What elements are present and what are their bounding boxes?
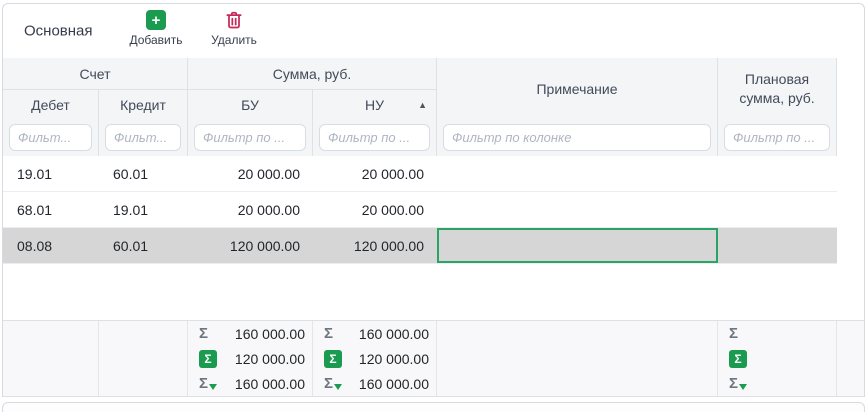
tab-main[interactable]: Основная [24, 23, 93, 40]
column-header-nu-label: НУ [365, 97, 384, 113]
cell-planned[interactable] [718, 228, 837, 264]
footer-gutter [837, 321, 864, 396]
footer-cell-note [437, 321, 718, 396]
filter-input-bu[interactable] [194, 124, 306, 151]
filter-cell-bu [188, 120, 313, 156]
table-body: 19.01 60.01 20 000.00 20 000.00 68.01 19… [3, 156, 864, 264]
filter-cell-nu [313, 120, 437, 156]
entries-panel: Основная + Добавить Удалить Счет Сумма, … [2, 3, 865, 397]
sigma-selected-icon: Σ [324, 350, 342, 368]
sigma-filtered-icon: Σ [199, 376, 217, 391]
table-row-selected[interactable]: 08.08 60.01 120 000.00 120 000.00 [3, 228, 864, 264]
sigma-filtered-icon: Σ [324, 376, 342, 391]
sigma-filtered-icon: Σ [729, 376, 747, 391]
plus-icon: + [146, 10, 166, 30]
filter-cell-credit [99, 120, 188, 156]
table-row[interactable]: 19.01 60.01 20 000.00 20 000.00 [3, 156, 864, 192]
cell-credit[interactable]: 60.01 [99, 228, 188, 264]
footer-sum-total-bu: Σ 160 000.00 [188, 321, 312, 346]
filter-input-note[interactable] [443, 124, 711, 151]
plus-glyph: + [152, 13, 161, 28]
column-header-debit[interactable]: Дебет [3, 90, 99, 120]
add-button[interactable]: + Добавить [124, 10, 188, 47]
cell-note-selected[interactable] [437, 228, 718, 264]
filter-input-nu[interactable] [319, 124, 430, 151]
footer-sum-filtered-nu: Σ 160 000.00 [313, 371, 436, 396]
cell-credit[interactable]: 19.01 [99, 192, 188, 228]
sum-selected-bu-value: 120 000.00 [235, 351, 305, 367]
filter-funnel-icon [739, 384, 747, 390]
filter-funnel-icon [209, 384, 217, 390]
delete-button-label: Удалить [211, 33, 257, 47]
header-gutter [837, 58, 864, 156]
cell-planned[interactable] [718, 156, 837, 192]
table-row[interactable]: 68.01 19.01 20 000.00 20 000.00 [3, 192, 864, 228]
footer-sum-selected-planned: Σ [718, 346, 836, 371]
add-button-label: Добавить [129, 33, 182, 47]
footer-sum-filtered-planned: Σ [718, 371, 836, 396]
cell-note[interactable] [437, 192, 718, 228]
footer-sum-filtered-bu: Σ 160 000.00 [188, 371, 312, 396]
filter-input-planned[interactable] [724, 124, 830, 151]
sigma-total-icon: Σ [729, 326, 738, 341]
sum-total-bu-value: 160 000.00 [235, 326, 305, 342]
sigma-glyph: Σ [324, 376, 333, 391]
cell-debit[interactable]: 08.08 [3, 228, 99, 264]
sort-asc-icon: ▲ [418, 100, 427, 110]
cell-planned[interactable] [718, 192, 837, 228]
sigma-selected-icon: Σ [729, 350, 747, 368]
cell-debit[interactable]: 68.01 [3, 192, 99, 228]
cell-bu[interactable]: 20 000.00 [188, 192, 313, 228]
footer-cell-credit [99, 321, 188, 396]
group-header-account: Счет [3, 58, 188, 90]
sigma-total-icon: Σ [324, 326, 333, 341]
footer-cell-debit [3, 321, 99, 396]
footer-cell-planned: Σ Σ Σ [718, 321, 837, 396]
sigma-total-icon: Σ [199, 326, 208, 341]
row-gutter [837, 192, 864, 228]
filter-input-credit[interactable] [105, 124, 181, 151]
delete-button[interactable]: Удалить [202, 10, 266, 47]
footer-cell-nu: Σ 160 000.00 Σ 120 000.00 Σ 160 000.00 [313, 321, 437, 396]
filter-cell-debit [3, 120, 99, 156]
table-empty-area [3, 264, 864, 320]
sigma-glyph: Σ [199, 376, 208, 391]
column-header-note[interactable]: Примечание [437, 58, 718, 120]
sigma-selected-icon: Σ [199, 350, 217, 368]
sum-selected-nu-value: 120 000.00 [359, 351, 429, 367]
sum-filtered-nu-value: 160 000.00 [359, 376, 429, 392]
cell-nu[interactable]: 120 000.00 [313, 228, 437, 264]
column-header-credit[interactable]: Кредит [99, 90, 188, 120]
sigma-glyph: Σ [729, 376, 738, 391]
filter-cell-note [437, 120, 718, 156]
footer-sum-selected-bu: Σ 120 000.00 [188, 346, 312, 371]
footer-sum-total-planned: Σ [718, 321, 836, 346]
trash-icon [224, 10, 244, 30]
column-header-planned[interactable]: Плановая сумма, руб. [718, 58, 837, 120]
footer-cell-bu: Σ 160 000.00 Σ 120 000.00 Σ 160 000.00 [188, 321, 313, 396]
cell-bu[interactable]: 20 000.00 [188, 156, 313, 192]
row-gutter [837, 228, 864, 264]
footer-sum-total-nu: Σ 160 000.00 [313, 321, 436, 346]
sum-total-nu-value: 160 000.00 [359, 326, 429, 342]
sum-filtered-bu-value: 160 000.00 [235, 376, 305, 392]
filter-input-debit[interactable] [9, 124, 92, 151]
table-header: Счет Сумма, руб. Дебет Кредит БУ НУ ▲ Пр… [3, 58, 864, 156]
cell-note[interactable] [437, 156, 718, 192]
table-footer: Σ 160 000.00 Σ 120 000.00 Σ 160 000.00 Σ… [3, 320, 864, 397]
column-header-nu[interactable]: НУ ▲ [313, 90, 437, 120]
cell-nu[interactable]: 20 000.00 [313, 156, 437, 192]
filter-funnel-icon [334, 384, 342, 390]
cell-credit[interactable]: 60.01 [99, 156, 188, 192]
footer-sum-selected-nu: Σ 120 000.00 [313, 346, 436, 371]
cell-nu[interactable]: 20 000.00 [313, 192, 437, 228]
toolbar: Основная + Добавить Удалить [3, 4, 864, 58]
filter-cell-planned [718, 120, 837, 156]
group-header-amount: Сумма, руб. [188, 58, 437, 90]
row-gutter [837, 156, 864, 192]
column-header-bu[interactable]: БУ [188, 90, 313, 120]
cell-debit[interactable]: 19.01 [3, 156, 99, 192]
cell-bu[interactable]: 120 000.00 [188, 228, 313, 264]
next-panel-edge[interactable] [2, 402, 865, 412]
